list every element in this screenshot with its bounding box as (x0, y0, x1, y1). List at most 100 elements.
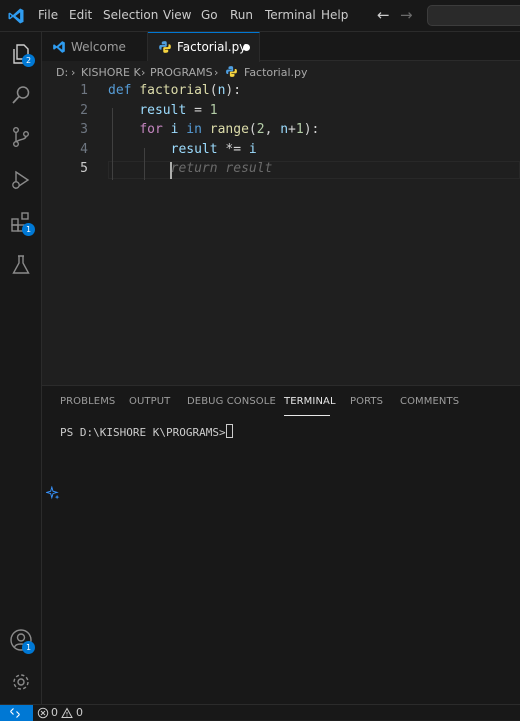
status-bar: 0 0 (0, 704, 520, 721)
code-token: ): (225, 83, 242, 98)
menu-file[interactable]: File (38, 8, 58, 22)
forward-arrow-icon[interactable]: → (400, 6, 416, 24)
activity-bar: 2 1 1 (0, 32, 42, 704)
menu-terminal[interactable]: Terminal (265, 8, 316, 22)
code-token: ( (248, 122, 257, 138)
breadcrumb-folder-programs[interactable]: PROGRAMS (150, 66, 213, 79)
code-token: def (108, 83, 140, 98)
menu-go[interactable]: Go (201, 8, 218, 22)
menu-edit[interactable]: Edit (69, 8, 92, 22)
code-token: n (280, 122, 289, 138)
menu-help[interactable]: Help (321, 8, 348, 22)
terminal-prompt[interactable]: PS D:\KISHORE K\PROGRAMS> (60, 426, 232, 439)
command-center-search[interactable] (427, 5, 520, 26)
code-line[interactable]: result *= i (108, 142, 257, 157)
code-token: i (248, 141, 257, 157)
chevron-right-icon: › (71, 66, 76, 79)
code-token: + (288, 122, 296, 138)
code-token: *= (217, 141, 249, 157)
extensions-badge: 1 (22, 223, 35, 236)
breadcrumb-drive[interactable]: D: (56, 66, 68, 79)
code-token: result (170, 141, 218, 157)
panel-tab-ports[interactable]: PORTS (350, 396, 383, 407)
code-token: , (264, 122, 281, 138)
tab-factorial[interactable]: Factorial.py (148, 32, 260, 62)
search-button[interactable] (9, 83, 33, 107)
line-number: 3 (80, 122, 88, 138)
testing-button[interactable] (9, 253, 33, 277)
panel-tab-terminal[interactable]: TERMINAL (284, 396, 336, 407)
gear-icon (13, 674, 29, 690)
active-tab-indicator (284, 415, 330, 416)
panel-tab-debug-console[interactable]: DEBUG CONSOLE (187, 396, 276, 407)
error-count: 0 (51, 706, 58, 719)
tab-factorial-label: Factorial.py (177, 40, 247, 54)
remote-icon (10, 708, 20, 718)
warning-count: 0 (76, 706, 83, 719)
terminal-cursor (226, 424, 233, 438)
line-number: 1 (80, 83, 88, 98)
code-token: for (139, 122, 171, 138)
tab-welcome[interactable]: Welcome (42, 32, 148, 61)
breadcrumb-file[interactable]: Factorial.py (244, 66, 308, 79)
panel-tab-problems[interactable]: PROBLEMS (60, 396, 115, 407)
extensions-button[interactable]: 1 (9, 210, 35, 236)
code-token: range (209, 122, 249, 138)
manage-button[interactable] (9, 670, 33, 694)
tab-welcome-label: Welcome (71, 40, 126, 54)
menu-selection[interactable]: Selection (103, 8, 158, 22)
python-file-icon (159, 41, 171, 53)
breadcrumb: D: › KISHORE K › PROGRAMS › Factorial.py (42, 62, 520, 82)
error-icon (37, 707, 49, 719)
editor-tab-bar: Welcome Factorial.py (42, 32, 520, 62)
back-arrow-icon[interactable]: ← (377, 6, 393, 24)
code-token: 1 (295, 122, 304, 138)
code-token: result (139, 102, 187, 118)
code-editor[interactable]: 1 def factorial(n): 2 result = 1 3 for i in… (42, 82, 520, 382)
code-line[interactable]: for i in range(2, n+1): (108, 122, 319, 137)
source-control-icon (12, 127, 29, 148)
code-token: in (178, 122, 210, 138)
problems-status[interactable]: 0 0 (37, 705, 87, 721)
vscode-logo-icon (8, 8, 24, 24)
code-token: = (186, 102, 210, 118)
chevron-right-icon: › (141, 66, 146, 79)
chevron-right-icon: › (214, 66, 219, 79)
sparkle-icon[interactable] (46, 486, 60, 500)
warning-icon (61, 707, 73, 718)
remote-indicator-button[interactable] (0, 705, 33, 721)
title-bar: File Edit Selection View Go Run Terminal… (0, 0, 520, 32)
code-line[interactable]: return result (108, 161, 273, 177)
run-debug-icon (12, 170, 30, 190)
flask-icon (12, 255, 30, 274)
breadcrumb-folder-kishore[interactable]: KISHORE K (81, 66, 141, 79)
explorer-badge: 2 (22, 54, 35, 67)
code-token: ( (209, 83, 218, 98)
run-debug-button[interactable] (9, 168, 33, 192)
code-line[interactable]: def factorial(n): (108, 83, 241, 98)
code-token: ): (303, 122, 320, 138)
bottom-panel: PROBLEMS OUTPUT DEBUG CONSOLE TERMINAL P… (42, 385, 520, 704)
explorer-button[interactable]: 2 (9, 42, 35, 67)
text-cursor (170, 162, 172, 179)
line-number: 5 (80, 161, 88, 177)
source-control-button[interactable] (9, 125, 33, 149)
accounts-button[interactable]: 1 (9, 628, 35, 654)
panel-tab-output[interactable]: OUTPUT (129, 396, 170, 407)
python-file-icon (226, 66, 237, 77)
code-token: 2 (256, 122, 265, 138)
menu-run[interactable]: Run (230, 8, 253, 22)
unsaved-dot-icon[interactable] (243, 44, 250, 51)
search-icon (12, 86, 30, 104)
menu-view[interactable]: View (163, 8, 191, 22)
inline-suggestion: return result (170, 161, 273, 177)
code-line[interactable]: result = 1 (108, 102, 218, 118)
line-number: 2 (80, 102, 88, 118)
line-number: 4 (80, 141, 88, 157)
panel-tab-comments[interactable]: COMMENTS (400, 396, 459, 407)
code-token: 1 (209, 102, 218, 118)
